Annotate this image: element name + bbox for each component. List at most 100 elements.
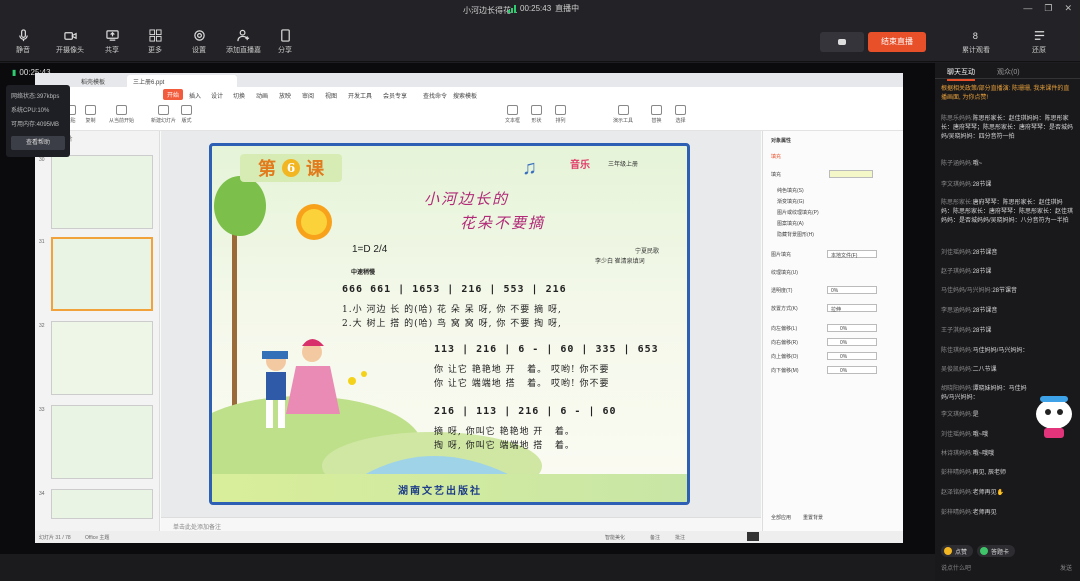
notes-field[interactable]: 单击此处添加备注 xyxy=(161,517,761,531)
menu-insert[interactable]: 插入 xyxy=(189,91,201,100)
apply-all-button[interactable]: 全部应用 xyxy=(771,514,791,521)
shape-icon xyxy=(531,105,542,115)
ribbon-select[interactable]: 选择 xyxy=(675,105,686,124)
props-section: 填充 xyxy=(771,172,782,178)
offset-label: 向上偏移(O) xyxy=(771,354,799,360)
transparency-slider[interactable]: 0% xyxy=(827,286,877,294)
doc-tab-template[interactable]: 稻壳模板 xyxy=(75,75,111,87)
add-user-icon xyxy=(237,28,251,42)
offset-top-field[interactable]: 0% xyxy=(827,352,877,360)
live-timer-text: 00:25:43 xyxy=(520,4,552,13)
add-streamer-label: 添加直播嘉 xyxy=(226,47,261,54)
props-tab-fill[interactable]: 填充 xyxy=(771,153,781,160)
play-slideshow-icon[interactable] xyxy=(747,532,759,541)
camera-button[interactable]: 开摄像头 xyxy=(56,28,84,55)
texture-fill-label: 纹理填充(U) xyxy=(771,270,798,276)
ribbon-textbox[interactable]: 文本框 xyxy=(505,105,520,124)
fill-option-pattern[interactable]: 图案填充(A) xyxy=(777,220,804,227)
camera-small-icon xyxy=(838,39,846,45)
image-fill-select[interactable]: 本地文件(F) xyxy=(827,250,877,259)
answer-card-icon xyxy=(980,547,988,555)
menu-find[interactable]: 查找命令 xyxy=(423,91,447,100)
end-live-button[interactable]: 结束直播 xyxy=(868,32,926,52)
stats-label: 累计观看 xyxy=(962,47,990,54)
ribbon-layout[interactable]: 版式 xyxy=(181,105,192,124)
notes-toggle[interactable]: 备注 xyxy=(650,534,660,541)
menu-search-template[interactable]: 搜索模板 xyxy=(453,91,477,100)
menu-vip[interactable]: 会员专享 xyxy=(383,91,407,100)
ribbon-replace[interactable]: 替换 xyxy=(651,105,662,124)
placement-select[interactable]: 拉伸 xyxy=(827,304,877,313)
list-item: 陈思彤家长:唐府琴琴：陈思彤家长：赵佳琪妈妈：陈思彤家长：唐府琴琴：陈思彤家长：… xyxy=(941,200,1074,224)
share-button[interactable]: 共享 xyxy=(105,28,119,55)
like-chip[interactable]: 点赞 xyxy=(941,545,974,557)
ribbon-copy[interactable]: 复制 xyxy=(85,105,96,124)
reset-background-button[interactable]: 重置背景 xyxy=(803,514,823,521)
settings-button[interactable]: 设置 xyxy=(192,28,206,55)
ribbon-new-slide[interactable]: 新建幻灯片 xyxy=(151,105,176,124)
ribbon-arrange[interactable]: 排列 xyxy=(555,105,566,124)
menu-animation[interactable]: 动画 xyxy=(256,91,268,100)
slide-number: 31 xyxy=(39,239,45,245)
fill-option-solid[interactable]: 纯色填充(S) xyxy=(777,187,804,194)
ribbon-shape[interactable]: 形状 xyxy=(531,105,542,124)
stats-button[interactable]: 8 累计观看 xyxy=(962,28,990,55)
slide-thumbnail[interactable] xyxy=(51,321,153,395)
mic-button[interactable]: 静音 xyxy=(16,28,30,55)
bottom-bar xyxy=(0,554,935,581)
slide-thumbnail[interactable] xyxy=(51,155,153,229)
more-button[interactable]: 更多 xyxy=(148,28,162,55)
fill-color-swatch[interactable] xyxy=(829,170,873,178)
arrange-icon xyxy=(555,105,566,115)
slide-number: 34 xyxy=(39,491,45,497)
menu-devtools[interactable]: 开发工具 xyxy=(348,91,372,100)
offset-left-field[interactable]: 0% xyxy=(827,324,877,332)
restore-button[interactable]: 还原 xyxy=(1032,28,1046,55)
close-icon[interactable]: ✕ xyxy=(1064,3,1072,14)
minimize-icon[interactable]: — xyxy=(1023,3,1032,14)
hide-background-option[interactable]: 隐藏背景图形(H) xyxy=(777,231,814,238)
maximize-icon[interactable]: ❐ xyxy=(1044,3,1052,14)
send-button[interactable]: 发送 xyxy=(1060,563,1072,572)
menu-view[interactable]: 视图 xyxy=(325,91,337,100)
answer-card-chip[interactable]: 答题卡 xyxy=(977,545,1016,557)
ribbon-slideshow[interactable]: 从当前开始 xyxy=(109,105,134,124)
fill-option-picture[interactable]: 图片或纹理填充(P) xyxy=(777,209,819,216)
slide-number: 33 xyxy=(39,407,45,413)
list-item: 李文琪妈妈:28节课 xyxy=(941,182,992,188)
menu-design[interactable]: 设计 xyxy=(211,91,223,100)
doc-tab-ppt[interactable]: 三上册6.ppt xyxy=(127,75,237,87)
camera-preview-toggle[interactable] xyxy=(820,32,864,52)
menu-review[interactable]: 审阅 xyxy=(302,91,314,100)
subject-label: 音乐 xyxy=(570,160,590,171)
props-title: 对象属性 xyxy=(771,138,792,144)
help-button[interactable]: 查看帮助 xyxy=(11,136,65,150)
chat-tabs: 聊天互动 观众(0) xyxy=(935,63,1080,81)
ribbon-present-tool[interactable]: 演示工具 xyxy=(613,105,633,124)
list-item: 赵子琪妈妈:28节课 xyxy=(941,269,992,275)
lesson-badge: 第6课 xyxy=(240,154,342,182)
menu-start[interactable]: 开始 xyxy=(163,89,184,100)
lyric-row: 摘 呀, 你叫它 艳艳地 开 着。 xyxy=(434,427,575,437)
comments-toggle[interactable]: 批注 xyxy=(675,534,685,541)
share2-button[interactable]: 分享 xyxy=(278,28,292,55)
more-icon xyxy=(148,28,162,42)
offset-bottom-field[interactable]: 0% xyxy=(827,366,877,374)
menu-transition[interactable]: 切换 xyxy=(233,91,245,100)
slide-thumbnail[interactable] xyxy=(51,405,153,479)
add-streamer-button[interactable]: 添加直播嘉 xyxy=(226,28,261,55)
tab-chat[interactable]: 聊天互动 xyxy=(947,67,975,81)
offset-right-field[interactable]: 0% xyxy=(827,338,877,346)
slide-thumbnail[interactable] xyxy=(51,489,153,519)
menu-slideshow[interactable]: 放映 xyxy=(279,91,291,100)
smart-beautify[interactable]: 智能美化 xyxy=(605,534,625,541)
list-item: 李思涵妈妈:28节课音 xyxy=(941,308,998,314)
live-status: 直播中 xyxy=(555,4,580,13)
lyric-row: 你 让它 端端地 搭 着。 哎哟! 你不要 xyxy=(434,379,610,389)
chat-input[interactable]: 说点什么吧 xyxy=(941,563,971,572)
share-label: 共享 xyxy=(105,47,119,54)
slide-thumbnail-selected[interactable] xyxy=(51,237,153,311)
fill-option-gradient[interactable]: 渐变填充(G) xyxy=(777,198,804,205)
tab-audience[interactable]: 观众(0) xyxy=(997,67,1020,77)
svg-text:♫: ♫ xyxy=(522,157,537,179)
